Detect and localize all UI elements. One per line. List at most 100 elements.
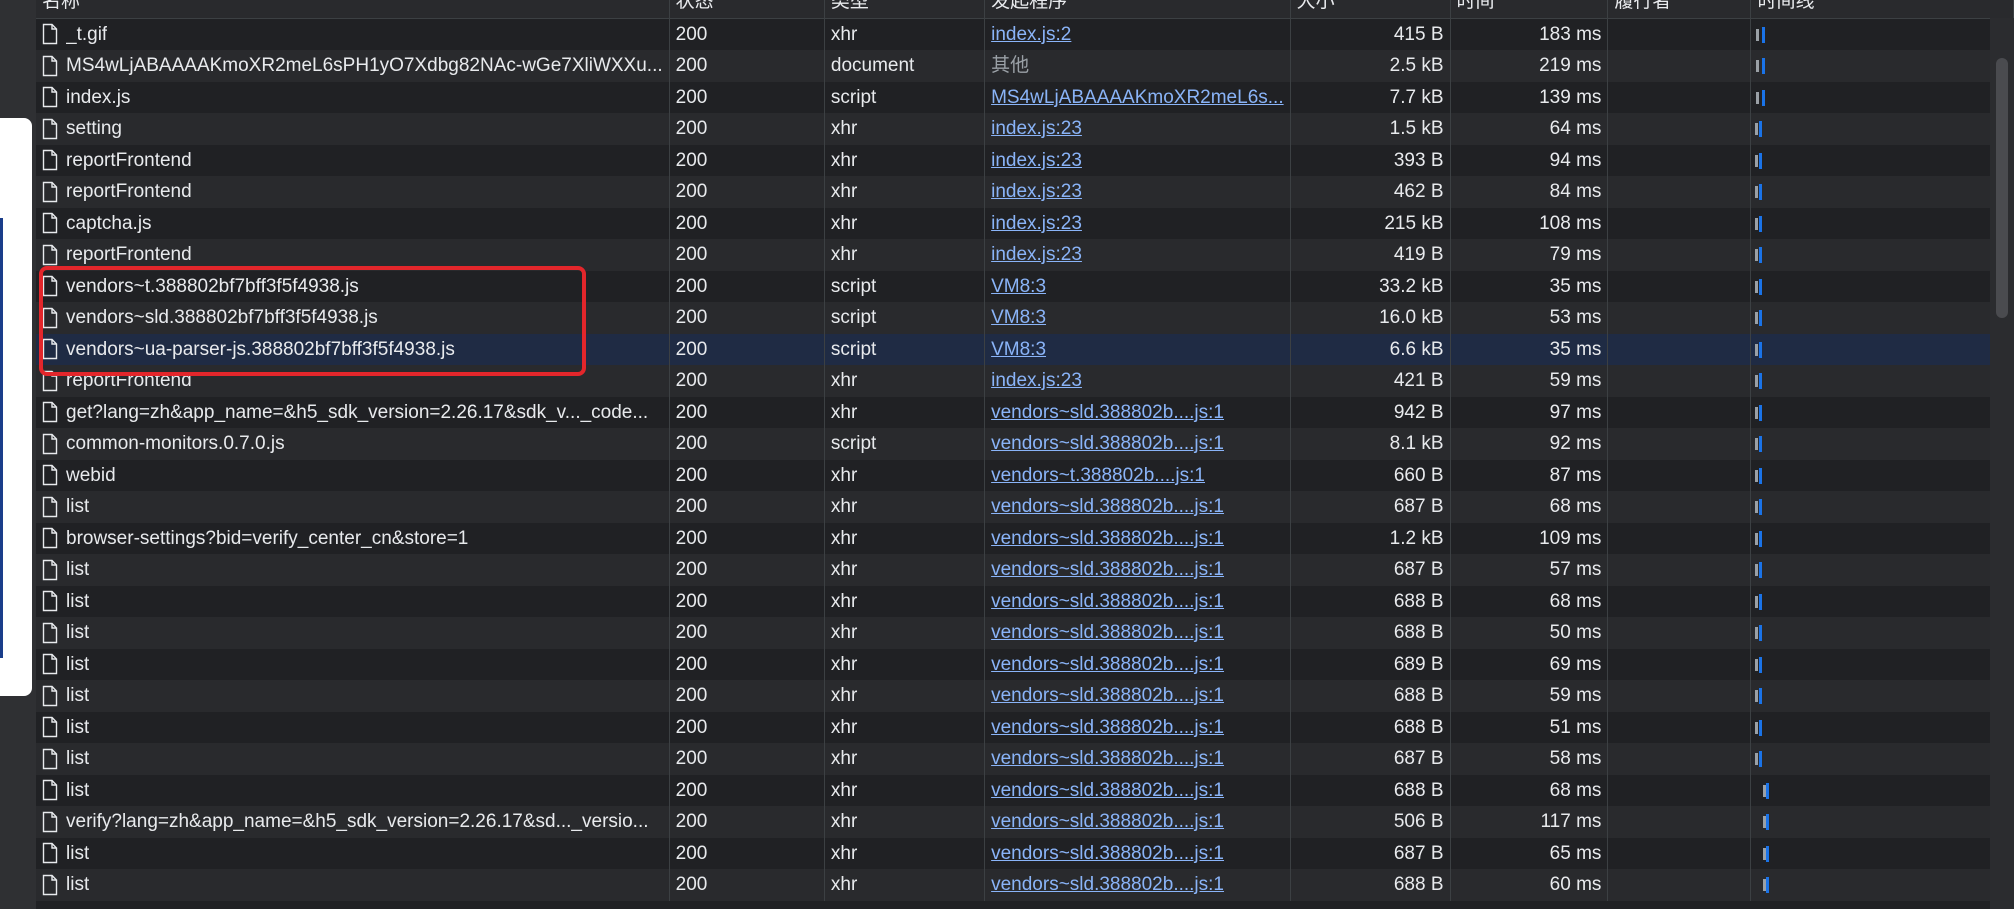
cell-waterfall[interactable]: [1750, 207, 2014, 239]
cell-name[interactable]: list: [36, 491, 670, 523]
cell-name[interactable]: list: [36, 869, 670, 901]
cell-name[interactable]: index.js: [36, 81, 670, 113]
cell-waterfall[interactable]: [1750, 176, 2014, 208]
cell-initiator-text[interactable]: index.js:23: [991, 244, 1082, 265]
cell-name[interactable]: vendors~ua-parser-js.388802bf7bff3f5f493…: [36, 333, 670, 365]
table-row[interactable]: _t.gif 200 xhr index.js:2 415 B 183 ms: [36, 18, 2014, 50]
column-header-size[interactable]: 大小: [1290, 0, 1451, 19]
cell-initiator[interactable]: vendors~sld.388802b....js:1: [984, 774, 1291, 806]
cell-name[interactable]: reportFrontend: [36, 365, 670, 397]
cell-waterfall[interactable]: [1750, 869, 2014, 901]
cell-initiator-text[interactable]: VM8:3: [991, 339, 1046, 360]
vertical-scrollbar[interactable]: [1990, 18, 2014, 909]
cell-initiator[interactable]: vendors~sld.388802b....js:1: [984, 837, 1291, 869]
cell-waterfall[interactable]: [1750, 239, 2014, 271]
cell-initiator-text[interactable]: vendors~sld.388802b....js:1: [991, 496, 1224, 517]
cell-initiator[interactable]: vendors~sld.388802b....js:1: [984, 617, 1291, 649]
cell-initiator[interactable]: VM8:3: [984, 302, 1291, 334]
cell-initiator[interactable]: index.js:23: [984, 113, 1291, 145]
cell-name[interactable]: list: [36, 680, 670, 712]
table-row[interactable]: index.js 200 script MS4wLjABAAAAKmoXR2meL6s…: [36, 81, 2014, 113]
column-header-time[interactable]: 时间: [1450, 0, 1609, 19]
cell-waterfall[interactable]: [1750, 459, 2014, 491]
column-header-waterfall[interactable]: 时间线: [1750, 0, 2014, 19]
cell-waterfall[interactable]: [1750, 617, 2014, 649]
cell-initiator[interactable]: vendors~sld.388802b....js:1: [984, 554, 1291, 586]
cell-initiator-text[interactable]: vendors~sld.388802b....js:1: [991, 559, 1224, 580]
cell-initiator[interactable]: vendors~sld.388802b....js:1: [984, 491, 1291, 523]
cell-initiator[interactable]: vendors~sld.388802b....js:1: [984, 711, 1291, 743]
cell-initiator-text[interactable]: index.js:2: [991, 24, 1071, 45]
cell-name[interactable]: reportFrontend: [36, 176, 670, 208]
table-row[interactable]: list 200 xhr vendors~sld.388802b....js:1 688…: [36, 774, 2014, 806]
cell-initiator[interactable]: index.js:23: [984, 365, 1291, 397]
cell-initiator-text[interactable]: vendors~sld.388802b....js:1: [991, 402, 1224, 423]
cell-waterfall[interactable]: [1750, 680, 2014, 712]
cell-waterfall[interactable]: [1750, 743, 2014, 775]
cell-waterfall[interactable]: [1750, 365, 2014, 397]
cell-name[interactable]: webid: [36, 459, 670, 491]
table-row[interactable]: MS4wLjABAAAAKmoXR2meL6sPH1yO7Xdbg82NAc-w…: [36, 50, 2014, 82]
cell-initiator-text[interactable]: vendors~sld.388802b....js:1: [991, 811, 1224, 832]
cell-name[interactable]: list: [36, 617, 670, 649]
column-header-priority[interactable]: 履行者: [1607, 0, 1752, 19]
table-row[interactable]: webid 200 xhr vendors~t.388802b....js:1 660 …: [36, 459, 2014, 491]
cell-waterfall[interactable]: [1750, 81, 2014, 113]
table-row[interactable]: list 200 xhr vendors~sld.388802b....js:1 688…: [36, 585, 2014, 617]
cell-initiator[interactable]: index.js:23: [984, 144, 1291, 176]
column-header-status[interactable]: 状态: [669, 0, 825, 19]
cell-name[interactable]: list: [36, 554, 670, 586]
table-row[interactable]: vendors~sld.388802bf7bff3f5f4938.js 200 sc…: [36, 302, 2014, 334]
cell-initiator[interactable]: VM8:3: [984, 333, 1291, 365]
table-row[interactable]: list 200 xhr vendors~sld.388802b....js:1 687…: [36, 743, 2014, 775]
cell-name[interactable]: list: [36, 711, 670, 743]
cell-name[interactable]: list: [36, 585, 670, 617]
table-row[interactable]: common-monitors.0.7.0.js 200 script vendors…: [36, 428, 2014, 460]
table-row[interactable]: verify?lang=zh&app_name=&h5_sdk_version=…: [36, 806, 2014, 838]
table-row[interactable]: get?lang=zh&app_name=&h5_sdk_version=2.2…: [36, 396, 2014, 428]
cell-name[interactable]: list: [36, 837, 670, 869]
table-row[interactable]: reportFrontend 200 xhr index.js:23 393 B 94 m…: [36, 144, 2014, 176]
cell-initiator-text[interactable]: VM8:3: [991, 307, 1046, 328]
table-row[interactable]: reportFrontend 200 xhr index.js:23 419 B 79 m…: [36, 239, 2014, 271]
cell-waterfall[interactable]: [1750, 585, 2014, 617]
cell-waterfall[interactable]: [1750, 774, 2014, 806]
cell-name[interactable]: setting: [36, 113, 670, 145]
cell-initiator-text[interactable]: vendors~sld.388802b....js:1: [991, 654, 1224, 675]
cell-initiator[interactable]: vendors~sld.388802b....js:1: [984, 428, 1291, 460]
cell-initiator[interactable]: vendors~sld.388802b....js:1: [984, 869, 1291, 901]
cell-initiator-text[interactable]: index.js:23: [991, 213, 1082, 234]
cell-waterfall[interactable]: [1750, 333, 2014, 365]
cell-waterfall[interactable]: [1750, 50, 2014, 82]
column-header-initiator[interactable]: 发起程序: [984, 0, 1291, 19]
cell-initiator-text[interactable]: vendors~sld.388802b....js:1: [991, 622, 1224, 643]
cell-initiator-text[interactable]: index.js:23: [991, 118, 1082, 139]
cell-waterfall[interactable]: [1750, 302, 2014, 334]
cell-name[interactable]: verify?lang=zh&app_name=&h5_sdk_version=…: [36, 806, 670, 838]
cell-waterfall[interactable]: [1750, 18, 2014, 50]
cell-name[interactable]: list: [36, 743, 670, 775]
cell-waterfall[interactable]: [1750, 428, 2014, 460]
table-row[interactable]: list 200 xhr vendors~sld.388802b....js:1 688…: [36, 617, 2014, 649]
cell-name[interactable]: list: [36, 648, 670, 680]
cell-initiator[interactable]: vendors~sld.388802b....js:1: [984, 585, 1291, 617]
cell-initiator-text[interactable]: index.js:23: [991, 181, 1082, 202]
table-row[interactable]: list 200 xhr vendors~sld.388802b....js:1 688…: [36, 711, 2014, 743]
cell-initiator[interactable]: MS4wLjABAAAAKmoXR2meL6s...: [984, 81, 1291, 113]
table-row[interactable]: setting 200 xhr index.js:23 1.5 kB 64 ms: [36, 113, 2014, 145]
cell-initiator-text[interactable]: vendors~sld.388802b....js:1: [991, 433, 1224, 454]
table-row[interactable]: vendors~ua-parser-js.388802bf7bff3f5f493…: [36, 333, 2014, 365]
cell-initiator-text[interactable]: vendors~sld.388802b....js:1: [991, 843, 1224, 864]
column-header-name[interactable]: 名称: [36, 0, 670, 19]
cell-waterfall[interactable]: [1750, 806, 2014, 838]
cell-initiator-text[interactable]: index.js:23: [991, 150, 1082, 171]
table-row[interactable]: list 200 xhr vendors~sld.388802b....js:1 689…: [36, 648, 2014, 680]
cell-initiator-text[interactable]: vendors~sld.388802b....js:1: [991, 874, 1224, 895]
cell-initiator[interactable]: index.js:23: [984, 239, 1291, 271]
table-row[interactable]: vendors~t.388802bf7bff3f5f4938.js 200 scri…: [36, 270, 2014, 302]
cell-initiator[interactable]: vendors~t.388802b....js:1: [984, 459, 1291, 491]
table-row[interactable]: reportFrontend 200 xhr index.js:23 462 B 84 m…: [36, 176, 2014, 208]
column-header-type[interactable]: 类型: [824, 0, 986, 19]
cell-waterfall[interactable]: [1750, 837, 2014, 869]
cell-waterfall[interactable]: [1750, 270, 2014, 302]
